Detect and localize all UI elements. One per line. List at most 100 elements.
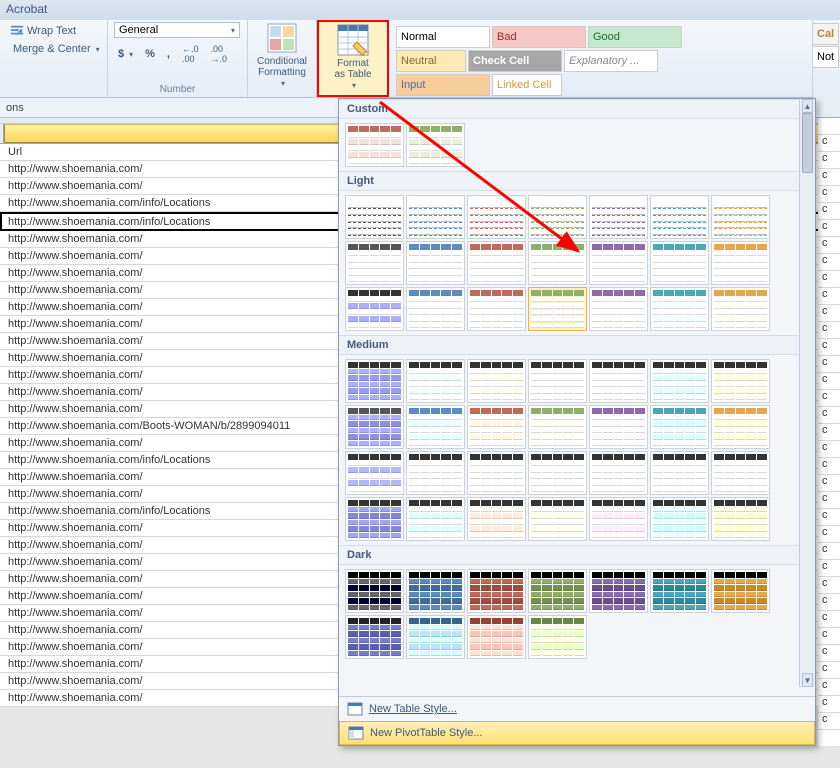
cell-sliver[interactable]: c bbox=[818, 645, 840, 662]
new-pivot-style-item[interactable]: New PivotTable Style... bbox=[339, 721, 815, 745]
table-style-swatch[interactable] bbox=[711, 359, 770, 403]
table-style-swatch[interactable] bbox=[467, 451, 526, 495]
cell-sliver[interactable]: c bbox=[818, 220, 840, 237]
cell-sliver[interactable]: c bbox=[818, 152, 840, 169]
table-style-swatch[interactable] bbox=[528, 615, 587, 659]
table-style-swatch[interactable] bbox=[467, 287, 526, 331]
cell-sliver[interactable]: c bbox=[818, 203, 840, 220]
cell-sliver[interactable]: c bbox=[818, 339, 840, 356]
table-style-swatch[interactable] bbox=[345, 451, 404, 495]
increase-decimal-button[interactable]: ←.0.00 bbox=[178, 42, 203, 66]
table-style-swatch[interactable] bbox=[711, 241, 770, 285]
table-style-swatch[interactable] bbox=[345, 123, 404, 167]
cell-sliver[interactable]: c bbox=[818, 560, 840, 577]
table-style-swatch[interactable] bbox=[528, 287, 587, 331]
scroll-up-icon[interactable]: ▲ bbox=[802, 99, 813, 113]
table-style-swatch[interactable] bbox=[528, 451, 587, 495]
table-style-swatch[interactable] bbox=[467, 569, 526, 613]
table-style-swatch[interactable] bbox=[406, 405, 465, 449]
style-bad[interactable]: Bad bbox=[492, 26, 586, 48]
cell-sliver[interactable]: c bbox=[818, 271, 840, 288]
table-style-swatch[interactable] bbox=[467, 359, 526, 403]
table-style-swatch[interactable] bbox=[589, 497, 648, 541]
table-style-swatch[interactable] bbox=[711, 451, 770, 495]
cell-sliver[interactable]: c bbox=[818, 305, 840, 322]
table-style-swatch[interactable] bbox=[589, 287, 648, 331]
table-style-swatch[interactable] bbox=[406, 241, 465, 285]
table-style-swatch[interactable] bbox=[589, 359, 648, 403]
table-style-swatch[interactable] bbox=[345, 195, 404, 239]
cell-sliver[interactable] bbox=[818, 118, 840, 135]
table-style-swatch[interactable] bbox=[467, 615, 526, 659]
table-style-swatch[interactable] bbox=[467, 241, 526, 285]
table-style-swatch[interactable] bbox=[528, 497, 587, 541]
cell-sliver[interactable]: c bbox=[818, 458, 840, 475]
cell-sliver[interactable]: c bbox=[818, 441, 840, 458]
table-style-swatch[interactable] bbox=[406, 287, 465, 331]
cell-sliver[interactable]: c bbox=[818, 373, 840, 390]
cell-sliver[interactable]: c bbox=[818, 509, 840, 526]
cell-sliver[interactable]: c bbox=[818, 577, 840, 594]
table-style-swatch[interactable] bbox=[345, 497, 404, 541]
table-style-swatch[interactable] bbox=[650, 359, 709, 403]
cell-sliver[interactable]: c bbox=[818, 356, 840, 373]
table-style-swatch[interactable] bbox=[345, 405, 404, 449]
cell-sliver[interactable]: c bbox=[818, 254, 840, 271]
new-table-style-item[interactable]: New Table Style... bbox=[339, 697, 815, 721]
currency-button[interactable]: $▾ bbox=[114, 46, 137, 62]
style-neutral[interactable]: Neutral bbox=[396, 50, 466, 72]
percent-button[interactable]: % bbox=[141, 46, 159, 62]
table-style-swatch[interactable] bbox=[528, 359, 587, 403]
table-style-swatch[interactable] bbox=[650, 405, 709, 449]
table-style-swatch[interactable] bbox=[589, 195, 648, 239]
cell-sliver[interactable]: c bbox=[818, 713, 840, 730]
table-style-swatch[interactable] bbox=[345, 615, 404, 659]
cell-sliver[interactable]: c bbox=[818, 543, 840, 560]
cell-sliver[interactable]: c bbox=[818, 696, 840, 713]
merge-center-button[interactable]: Merge & Center ▾ bbox=[6, 40, 101, 58]
cell-sliver[interactable]: c bbox=[818, 475, 840, 492]
table-style-swatch[interactable] bbox=[345, 359, 404, 403]
table-style-swatch[interactable] bbox=[406, 451, 465, 495]
style-good[interactable]: Good bbox=[588, 26, 682, 48]
table-style-swatch[interactable] bbox=[589, 569, 648, 613]
style-explanatory[interactable]: Explanatory ... bbox=[564, 50, 658, 72]
format-as-table-button[interactable]: Format as Table▾ bbox=[321, 24, 385, 90]
cell-sliver[interactable]: c bbox=[818, 322, 840, 339]
gallery-scrollbar[interactable]: ▲ ▼ bbox=[799, 99, 815, 687]
table-style-swatch[interactable] bbox=[406, 569, 465, 613]
table-style-swatch[interactable] bbox=[406, 195, 465, 239]
cell-sliver[interactable]: c bbox=[818, 390, 840, 407]
cell-sliver[interactable]: c bbox=[818, 288, 840, 305]
cell-sliver[interactable]: c bbox=[818, 526, 840, 543]
cell-sliver[interactable]: c bbox=[818, 186, 840, 203]
table-style-swatch[interactable] bbox=[406, 359, 465, 403]
table-style-swatch[interactable] bbox=[345, 287, 404, 331]
cell-sliver[interactable]: c bbox=[818, 407, 840, 424]
table-style-swatch[interactable] bbox=[711, 405, 770, 449]
table-style-swatch[interactable] bbox=[528, 569, 587, 613]
style-input[interactable]: Input bbox=[396, 74, 490, 96]
table-style-swatch[interactable] bbox=[467, 195, 526, 239]
table-style-swatch[interactable] bbox=[589, 405, 648, 449]
table-style-swatch[interactable] bbox=[650, 497, 709, 541]
table-style-swatch[interactable] bbox=[467, 497, 526, 541]
cell-sliver[interactable]: c bbox=[818, 237, 840, 254]
cell-sliver[interactable]: c bbox=[818, 611, 840, 628]
table-style-swatch[interactable] bbox=[345, 241, 404, 285]
cell-sliver[interactable]: c bbox=[818, 492, 840, 509]
scroll-down-icon[interactable]: ▼ bbox=[802, 673, 813, 687]
comma-button[interactable]: , bbox=[163, 46, 174, 62]
table-style-swatch[interactable] bbox=[711, 569, 770, 613]
table-style-swatch[interactable] bbox=[406, 615, 465, 659]
table-style-swatch[interactable] bbox=[528, 405, 587, 449]
table-style-swatch[interactable] bbox=[650, 451, 709, 495]
cell-sliver[interactable]: c bbox=[818, 662, 840, 679]
table-style-swatch[interactable] bbox=[589, 241, 648, 285]
wrap-text-button[interactable]: Wrap Text bbox=[6, 22, 101, 40]
table-style-swatch[interactable] bbox=[650, 569, 709, 613]
cell-sliver[interactable]: c bbox=[818, 424, 840, 441]
table-style-swatch[interactable] bbox=[711, 497, 770, 541]
cell-sliver[interactable]: c bbox=[818, 135, 840, 152]
cell-sliver[interactable]: c bbox=[818, 628, 840, 645]
